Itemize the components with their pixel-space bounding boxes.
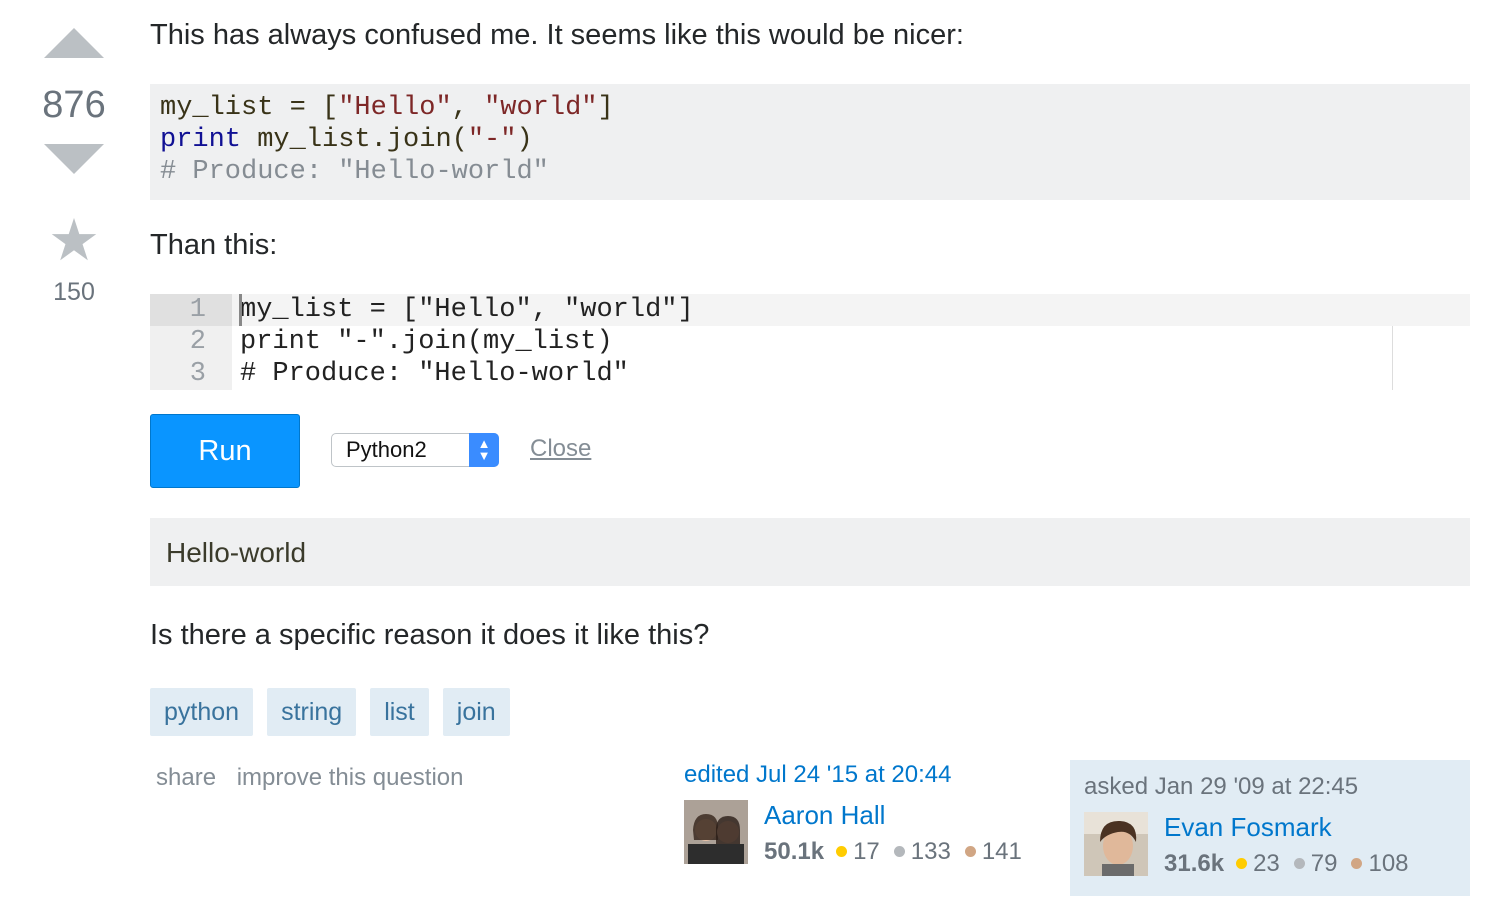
- favorite-count: 150: [53, 278, 95, 306]
- bronze-badge-count: 108: [1368, 850, 1409, 877]
- code-editor[interactable]: 1 2 3 my_list = ["Hello", "world"] print…: [150, 294, 1470, 390]
- owner-user: Evan Fosmark 31.6k 23 79 108: [1084, 812, 1456, 878]
- editor-user: Aaron Hall 50.1k 17 133 141: [684, 800, 1044, 866]
- code-token: # Produce: "Hello-world": [160, 157, 549, 187]
- editor-line[interactable]: my_list = ["Hello", "world"]: [232, 294, 1470, 326]
- silver-badge-icon: [1293, 858, 1305, 870]
- down-arrow-icon[interactable]: [44, 144, 104, 174]
- code-line: # Produce: "Hello-world": [160, 156, 1460, 188]
- code-token: my_list.join(: [241, 125, 468, 155]
- editor-name[interactable]: Aaron Hall: [764, 800, 885, 831]
- editor-line[interactable]: # Produce: "Hello-world": [232, 358, 1470, 390]
- intro-text: This has always confused me. It seems li…: [150, 19, 964, 51]
- tag-list: python string list join: [150, 688, 510, 736]
- star-icon[interactable]: ★: [38, 212, 110, 270]
- gold-badge-count: 17: [853, 838, 880, 865]
- tag-join[interactable]: join: [442, 688, 510, 736]
- gold-badge-count: 23: [1253, 850, 1280, 877]
- post-menu: share improve this question: [156, 764, 478, 792]
- editor-line[interactable]: print "-".join(my_list): [232, 326, 1470, 358]
- avatar[interactable]: [1084, 812, 1148, 876]
- run-output: Hello-world: [150, 518, 1470, 586]
- silver-badge-icon: [893, 846, 905, 858]
- code-line: print my_list.join("-"): [160, 124, 1460, 156]
- editor-signature: edited Jul 24 '15 at 20:44 Aaron Hall 50…: [684, 760, 1044, 866]
- tag-list[interactable]: list: [370, 688, 429, 736]
- avatar[interactable]: [684, 800, 748, 864]
- owner-name[interactable]: Evan Fosmark: [1164, 812, 1332, 843]
- editor-gutter: 1 2 3: [150, 294, 232, 390]
- code-token: ]: [597, 93, 614, 123]
- tag-string[interactable]: string: [267, 688, 357, 736]
- run-button[interactable]: Run: [150, 414, 300, 488]
- asked-timestamp: asked Jan 29 '09 at 22:45: [1084, 773, 1359, 800]
- closing-text: Is there a specific reason it does it li…: [150, 619, 710, 651]
- code-line: my_list = ["Hello", "world"]: [160, 92, 1460, 124]
- question-page: 876 ★ 150 This has always confused me. I…: [0, 0, 1498, 922]
- close-link[interactable]: Close: [530, 435, 591, 463]
- code-block: my_list = ["Hello", "world"] print my_lis…: [150, 84, 1470, 200]
- up-arrow-icon[interactable]: [44, 28, 104, 58]
- select-arrows-icon: ▲ ▼: [469, 433, 499, 467]
- gold-badge-icon: [1236, 858, 1248, 870]
- line-number: 2: [189, 327, 206, 357]
- line-number: 3: [189, 359, 206, 389]
- vote-count: 876: [42, 84, 106, 126]
- owner-flair: 31.6k 23 79 108: [1164, 850, 1421, 878]
- code-token: print: [160, 125, 242, 155]
- bronze-badge-icon: [1351, 858, 1363, 870]
- code-token: "-": [467, 125, 517, 155]
- owner-signature: asked Jan 29 '09 at 22:45 Evan Fosmark 3…: [1070, 760, 1470, 896]
- bronze-badge-count: 141: [981, 838, 1022, 865]
- code-token: "world": [484, 93, 598, 123]
- share-link[interactable]: share: [156, 764, 216, 791]
- bronze-badge-icon: [964, 846, 976, 858]
- silver-badge-count: 133: [910, 838, 951, 865]
- editor-flair: 50.1k 17 133 141: [764, 838, 1034, 866]
- code-token: my_list = [: [160, 93, 339, 123]
- reputation: 31.6k: [1164, 850, 1225, 877]
- editor-lines[interactable]: my_list = ["Hello", "world"] print "-".j…: [232, 294, 1470, 390]
- text-cursor: [239, 294, 242, 326]
- code-token: ,: [451, 93, 485, 123]
- vote-column: 876 ★ 150: [38, 28, 110, 307]
- tag-python[interactable]: python: [150, 688, 254, 736]
- language-select-value: Python2: [346, 437, 427, 462]
- line-number: 1: [150, 294, 232, 326]
- language-select[interactable]: Python2 ▲ ▼: [331, 433, 499, 467]
- silver-badge-count: 79: [1310, 850, 1338, 877]
- editor-margin-line: [1392, 326, 1393, 390]
- gold-badge-icon: [836, 846, 848, 858]
- than-this-text: Than this:: [150, 229, 278, 261]
- reputation: 50.1k: [764, 838, 825, 865]
- code-token: ): [516, 125, 533, 155]
- improve-question-link[interactable]: improve this question: [237, 764, 464, 791]
- code-token: "Hello": [338, 93, 452, 123]
- edited-timestamp[interactable]: edited Jul 24 '15 at 20:44: [684, 760, 1044, 790]
